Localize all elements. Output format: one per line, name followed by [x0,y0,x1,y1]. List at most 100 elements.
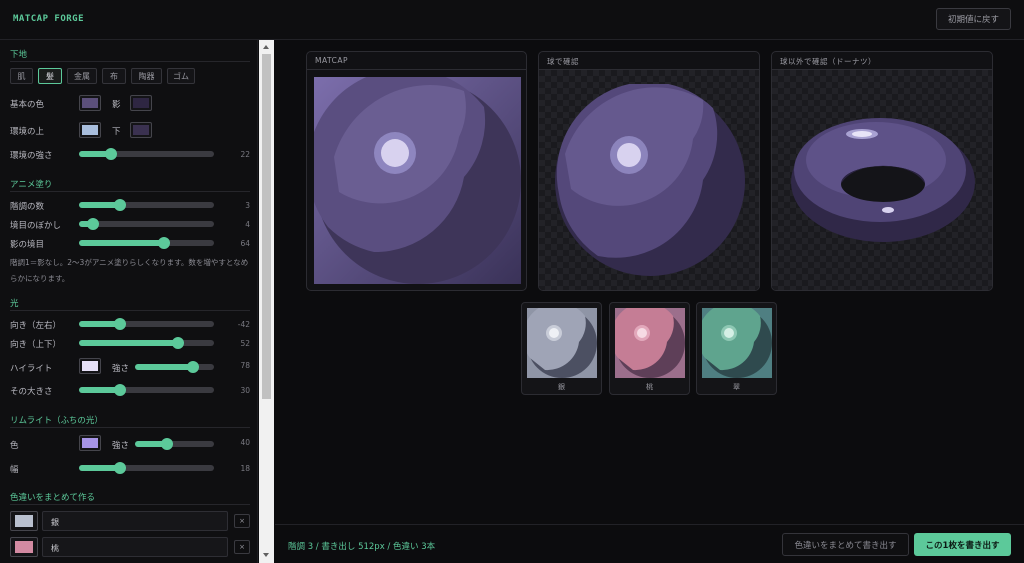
section-title-rim: リムライト（ふちの光） [10,416,103,426]
variant-delete-button[interactable]: × [234,514,250,528]
scroll-down-arrow-icon[interactable] [263,553,269,557]
highlight-strength-slider[interactable] [135,361,214,373]
dir-ud-slider[interactable] [79,337,214,349]
shadow-color-fill [133,98,149,108]
rim-color-swatch[interactable] [79,435,101,451]
variant-thumbnail-card[interactable]: 翠 [696,302,777,395]
rim-strength-slider[interactable] [135,438,214,450]
blur-value: 4 [245,220,250,229]
sphere-preview-panel: 球で確認 [538,51,760,291]
variant-color-swatch[interactable] [10,537,38,557]
section-title-anime: アニメ塗り [10,180,53,190]
variant-thumbnail-image [615,308,685,378]
divider [10,310,250,311]
steps-slider[interactable] [79,199,214,211]
variant-thumbnail-card[interactable]: 桃 [609,302,690,395]
rim-width-slider[interactable] [79,462,214,474]
variant-name-input[interactable]: 銀 [42,511,228,531]
matcap-image [314,77,521,284]
highlight-color-fill [82,361,98,371]
status-text: 階調 3 / 書き出し 512px / 色違い 3本 [288,542,436,552]
rim-width-value: 18 [240,464,250,473]
base-color-fill [82,98,98,108]
preset-chip-metal[interactable]: 金属 [67,68,97,84]
preset-chip-ceramic[interactable]: 陶器 [131,68,162,84]
rim-strength-value: 40 [240,438,250,447]
scroll-up-arrow-icon[interactable] [263,45,269,49]
variant-color-swatch[interactable] [10,511,38,531]
variant-row: 桃 × [10,537,250,559]
rim-color-fill [82,438,98,448]
slider-knob[interactable] [171,337,184,349]
slider-knob[interactable] [158,237,171,249]
donut-preview-panel: 球以外で確認（ドーナツ） [771,51,993,291]
slider-knob[interactable] [113,384,126,396]
slider-knob[interactable] [187,361,200,373]
reset-button[interactable]: 初期値に戻す [936,8,1011,30]
batch-export-button[interactable]: 色違いをまとめて書き出す [782,533,909,556]
dir-ud-value: 52 [240,339,250,348]
variant-thumbnail-label: 桃 [646,383,653,391]
top-bar: MATCAP FORGE 初期値に戻す [0,0,1024,40]
preset-chip-skin[interactable]: 肌 [10,68,33,84]
anime-note: 階調1＝影なし。2〜3がアニメ塗りらしくなります。数を増やすとなめらかになります… [10,258,249,283]
sphere-render [555,84,745,276]
export-button[interactable]: この1枚を書き出す [914,533,1011,556]
highlight-size-slider[interactable] [79,384,214,396]
variant-color-fill [15,515,33,527]
env-bottom-swatch[interactable] [130,122,152,138]
matcap-panel-title: MATCAP [307,52,526,70]
slider-knob[interactable] [113,199,126,211]
env-top-label: 環境の上 [10,127,45,137]
section-title-variants: 色違いをまとめて作る [10,493,96,503]
variant-delete-button[interactable]: × [234,540,250,554]
base-color-swatch[interactable] [79,95,101,111]
blur-slider[interactable] [79,218,214,230]
rim-strength-label: 強さ [112,441,130,451]
divider [10,427,250,428]
section-title-light: 光 [10,299,19,309]
preset-chip-cloth[interactable]: 布 [102,68,126,84]
section-title-base: 下地 [10,50,28,60]
shadow-edge-label: 影の境目 [10,240,45,250]
blur-label: 境目のぼかし [10,221,62,231]
env-strength-slider[interactable] [79,148,214,160]
sidebar-scrollbar[interactable] [259,40,274,563]
variant-row: 銀 × [10,511,250,533]
highlight-color-swatch[interactable] [79,358,101,374]
dir-lr-value: -42 [237,320,250,329]
dir-lr-slider[interactable] [79,318,214,330]
app-title: MATCAP FORGE [13,14,85,24]
variant-thumbnail-label: 銀 [558,383,565,391]
variant-name-input[interactable]: 桃 [42,537,228,557]
preset-chip-hair[interactable]: 髪 [38,68,62,84]
variant-thumbnail-card[interactable]: 銀 [521,302,602,395]
highlight-size-value: 30 [240,386,250,395]
env-strength-value: 22 [240,150,250,159]
shadow-edge-slider[interactable] [79,237,214,249]
shadow-edge-value: 64 [240,239,250,248]
shadow-color-swatch[interactable] [130,95,152,111]
donut-render [791,118,975,242]
settings-sidebar: 下地 肌 髪 金属 布 陶器 ゴム 基本の色 影 環境の上 下 環境の強さ 22… [0,40,258,563]
env-strength-label: 環境の強さ [10,151,53,161]
env-bottom-fill [133,125,149,135]
dir-lr-label: 向き（左右） [10,321,62,331]
env-top-swatch[interactable] [79,122,101,138]
slider-knob[interactable] [105,148,118,160]
scroll-thumb[interactable] [262,54,271,399]
variant-thumbnail-image [527,308,597,378]
slider-knob[interactable] [160,438,173,450]
preset-chip-rubber[interactable]: ゴム [167,68,195,84]
highlight-strength-label: 強さ [112,364,130,374]
footer-bar: 階調 3 / 書き出し 512px / 色違い 3本 色違いをまとめて書き出す … [275,524,1024,563]
slider-knob[interactable] [113,462,126,474]
slider-knob[interactable] [86,218,99,230]
steps-label: 階調の数 [10,202,45,212]
slider-knob[interactable] [113,318,126,330]
rim-color-label: 色 [10,441,19,451]
base-color-label: 基本の色 [10,100,45,110]
highlight-size-label: その大きさ [10,387,53,397]
rim-width-label: 幅 [10,465,19,475]
dir-ud-label: 向き（上下） [10,340,62,350]
